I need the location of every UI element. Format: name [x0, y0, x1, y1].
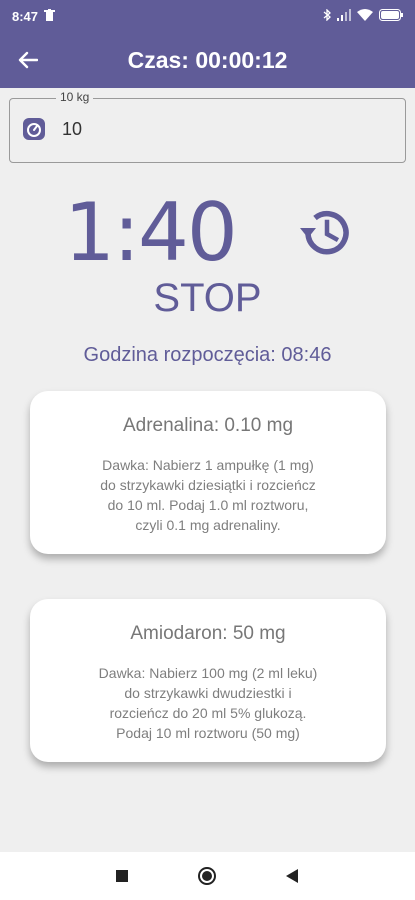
app-bar: Czas: 00:00:12 — [0, 32, 415, 88]
back-button[interactable] — [0, 32, 56, 88]
card-dose-text: Dawka: Nabierz 100 mg (2 ml leku) do str… — [98, 665, 318, 741]
card-title: Amiodaron: 50 mg — [130, 623, 286, 644]
history-icon[interactable] — [296, 203, 356, 263]
bluetooth-icon — [323, 7, 331, 24]
status-time: 8:47 — [12, 8, 39, 24]
page-title: Czas: 00:00:12 — [127, 46, 288, 73]
trash-icon — [44, 8, 56, 24]
battery-icon — [379, 8, 403, 24]
wifi-icon — [357, 8, 373, 24]
start-time-label: Godzina rozpoczęcia: 08:46 — [83, 344, 332, 366]
weight-label: 10 kg — [56, 90, 94, 104]
scale-icon — [23, 118, 45, 140]
status-bar: 8:47 — [0, 0, 415, 32]
stop-button[interactable]: STOP — [140, 276, 275, 321]
signal-icon — [337, 8, 351, 24]
navigation-bar — [0, 852, 415, 900]
drug-card-adrenaline[interactable]: Adrenalina: 0.10 mg Dawka: Nabierz 1 amp… — [30, 391, 386, 554]
card-dose-text: Dawka: Nabierz 1 ampułkę (1 mg) do strzy… — [100, 457, 316, 533]
triangle-back-icon[interactable] — [285, 868, 299, 884]
weight-input[interactable]: 10 — [62, 119, 82, 140]
square-icon[interactable] — [115, 869, 129, 883]
card-title: Adrenalina: 0.10 mg — [122, 415, 294, 436]
drug-card-amiodarone[interactable]: Amiodaron: 50 mg Dawka: Nabierz 100 mg (… — [30, 599, 386, 762]
weight-field[interactable]: 10 kg 10 — [9, 90, 406, 163]
circle-icon[interactable] — [197, 866, 217, 886]
back-arrow-icon — [18, 51, 38, 69]
countdown-timer: 1:40 — [64, 186, 238, 279]
